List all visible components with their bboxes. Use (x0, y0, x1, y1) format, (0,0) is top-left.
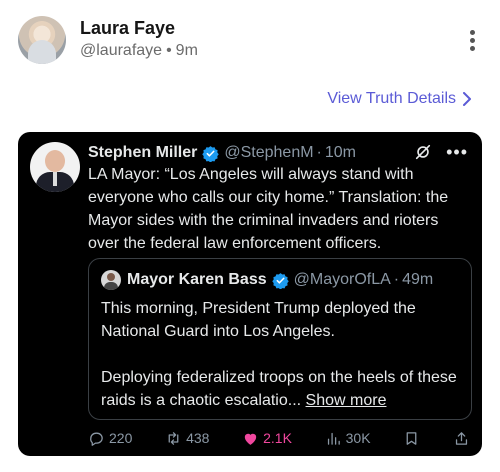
author-handle[interactable]: @laurafaye (80, 42, 162, 59)
tweet-actions: 220 438 2.1K 30K (88, 428, 470, 448)
views-icon (327, 432, 340, 445)
tweet-author-name[interactable]: Stephen Miller (88, 144, 197, 162)
bookmark-button[interactable] (403, 430, 420, 447)
tweet-time[interactable]: 10m (325, 144, 356, 162)
quote-text: This morning, President Trump deployed t… (101, 297, 461, 412)
share-icon (455, 431, 468, 445)
repost-icon (168, 431, 179, 445)
show-more-link[interactable]: Show more (306, 392, 387, 409)
quote-author-name[interactable]: Mayor Karen Bass (127, 271, 267, 289)
reply-count: 220 (109, 430, 133, 446)
view-truth-details-label: View Truth Details (327, 90, 456, 107)
like-count: 2.1K (263, 430, 292, 446)
verified-badge-icon (271, 272, 289, 289)
tweet-author-handle[interactable]: @StephenM (224, 144, 313, 162)
view-count: 30K (345, 430, 371, 446)
author-name[interactable]: Laura Faye (80, 18, 175, 39)
more-options-icon[interactable] (468, 30, 476, 54)
embedded-tweet[interactable]: Stephen Miller @StephenM · 10m ••• LA Ma… (18, 132, 482, 456)
grok-icon[interactable] (414, 143, 432, 161)
heart-icon (244, 433, 257, 445)
repost-button[interactable]: 438 (165, 430, 209, 447)
quote-header: Mayor Karen Bass @MayorOfLA · 49m (101, 269, 461, 291)
like-button[interactable]: 2.1K (242, 430, 292, 447)
views-button[interactable]: 30K (325, 430, 371, 447)
reply-button[interactable]: 220 (88, 430, 132, 447)
view-truth-details-link[interactable]: View Truth Details (327, 90, 472, 108)
post-time: 9m (175, 42, 198, 59)
quote-time[interactable]: 49m (402, 271, 433, 289)
bookmark-icon (406, 431, 417, 445)
share-button[interactable] (453, 430, 470, 447)
quote-author-handle[interactable]: @MayorOfLA (294, 271, 391, 289)
quote-paragraph-2: Deploying federalized troops on the heel… (101, 366, 461, 412)
tweet-more-icon[interactable]: ••• (446, 143, 468, 161)
quoted-tweet[interactable]: Mayor Karen Bass @MayorOfLA · 49m This m… (88, 258, 472, 420)
chevron-right-icon (463, 92, 471, 106)
tweet-separator: · (316, 144, 322, 161)
quote-separator: · (393, 271, 400, 288)
quote-paragraph-2-text: Deploying federalized troops on the heel… (101, 369, 457, 409)
post-header: Laura Faye @laurafaye • 9m (18, 16, 482, 68)
reply-icon (90, 432, 103, 446)
quote-avatar[interactable] (101, 270, 121, 290)
tweet-text: LA Mayor: “Los Angeles will always stand… (88, 166, 449, 252)
quote-paragraph-1: This morning, President Trump deployed t… (101, 300, 416, 340)
author-meta: @laurafaye • 9m (80, 42, 198, 60)
tweet-header: Stephen Miller @StephenM · 10m ••• (88, 142, 468, 164)
tweet-avatar[interactable] (30, 142, 80, 192)
meta-separator: • (166, 42, 172, 59)
avatar[interactable] (18, 16, 66, 64)
verified-badge-icon (202, 145, 220, 162)
repost-count: 438 (186, 430, 210, 446)
